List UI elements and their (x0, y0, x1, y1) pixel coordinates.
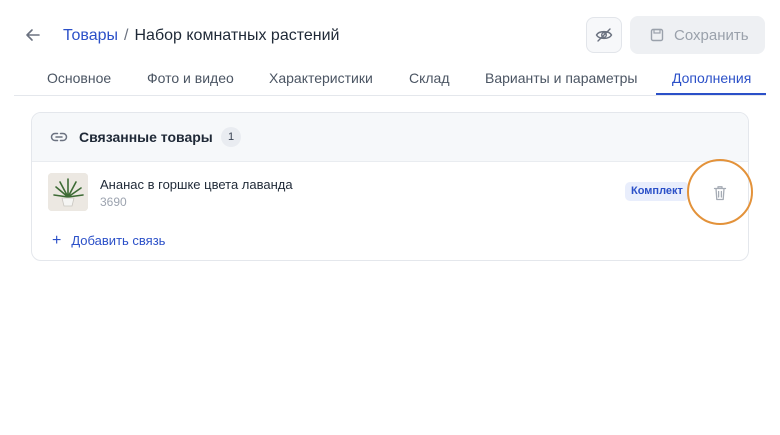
card-title: Связанные товары (79, 129, 213, 145)
list-item: Ананас в горшке цвета лаванда 3690 Компл… (32, 162, 748, 224)
visibility-toggle-button[interactable] (586, 17, 622, 53)
relation-type-badge: Комплект (625, 182, 689, 201)
breadcrumb: Товары / Набор комнатных растений (63, 25, 339, 47)
plant-icon (48, 173, 88, 211)
active-tab-indicator (656, 93, 766, 95)
breadcrumb-separator: / (124, 27, 129, 44)
add-relation-label: Добавить связь (71, 233, 166, 248)
save-icon (650, 28, 664, 42)
related-products-card: Связанные товары 1 Ананас в горшке цвета… (31, 112, 749, 261)
count-badge: 1 (221, 127, 241, 147)
page-header: Товары / Набор комнатных растений Сохранит… (0, 0, 780, 70)
product-price: 3690 (100, 195, 127, 209)
save-button-label: Сохранить (674, 26, 749, 44)
tab-stock[interactable]: Склад (409, 70, 450, 86)
tab-characteristics[interactable]: Характеристики (269, 70, 373, 86)
tab-bar: Основное Фото и видео Характеристики Скл… (14, 64, 766, 96)
page-title: Набор комнатных растений (134, 27, 340, 44)
plus-icon: + (52, 231, 62, 249)
arrow-left-icon (26, 29, 40, 41)
card-header: Связанные товары 1 (32, 113, 748, 162)
tab-variants[interactable]: Варианты и параметры (485, 70, 637, 86)
eye-off-icon (595, 28, 613, 42)
product-name[interactable]: Ананас в горшке цвета лаванда (100, 177, 293, 192)
tab-media[interactable]: Фото и видео (147, 70, 234, 86)
trash-icon (713, 186, 727, 201)
tab-general[interactable]: Основное (47, 70, 111, 86)
save-button[interactable]: Сохранить (630, 16, 765, 54)
product-thumbnail (48, 173, 88, 211)
breadcrumb-products-link[interactable]: Товары (63, 27, 118, 44)
delete-button[interactable] (688, 162, 748, 224)
back-button[interactable] (22, 24, 44, 46)
link-icon (50, 132, 68, 142)
tab-additions[interactable]: Дополнения (672, 70, 751, 86)
add-relation-button[interactable]: + Добавить связь (52, 231, 166, 249)
